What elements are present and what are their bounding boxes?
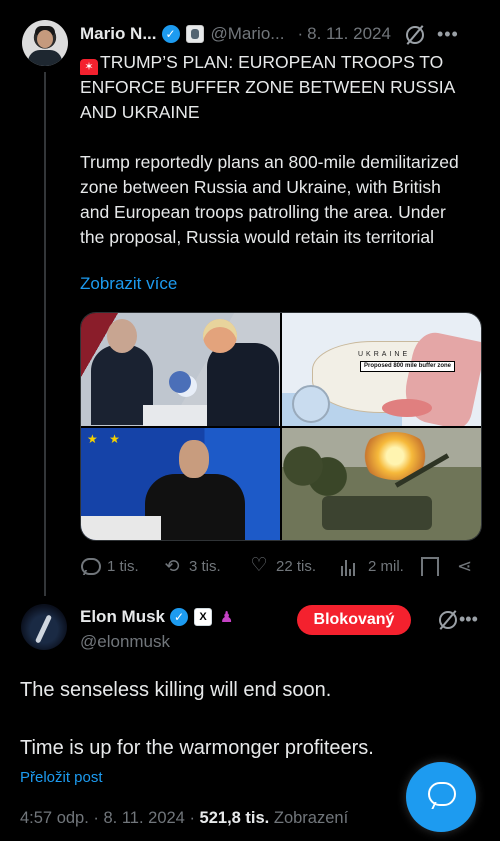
rocket-icon	[34, 614, 53, 644]
affiliate-badge-icon[interactable]	[185, 25, 204, 43]
repost-count: 3 tis.	[189, 557, 221, 575]
bookmark-button[interactable]	[421, 556, 457, 576]
author-handle[interactable]: @elonmusk	[80, 632, 170, 652]
tweet-text: The senseless killing will end soon. Tim…	[20, 676, 480, 763]
separator-dot: ·	[297, 24, 304, 43]
views-count: 2 mil.	[368, 557, 404, 575]
repost-button[interactable]: ⟲ 3 tis.	[162, 556, 249, 576]
share-button[interactable]: ⋖	[457, 556, 472, 577]
post-date[interactable]: 8. 11. 2024	[307, 24, 391, 44]
views-button[interactable]: 2 mil.	[341, 556, 421, 576]
avatar[interactable]	[22, 20, 68, 66]
tweet-header: Mario N... ✓ @Mario... · 8. 11. 2024 •••	[80, 22, 480, 46]
views-label: Zobrazení	[273, 809, 349, 827]
grok-icon[interactable]	[405, 24, 425, 44]
media-grid: UKRAINE Proposed 800 mile buffer zone ★ …	[80, 312, 482, 541]
thread-line	[44, 72, 46, 596]
alarm-icon: ✶	[80, 59, 98, 75]
map-country-label: UKRAINE	[358, 351, 411, 358]
action-bar: 1 tis. ⟲ 3 tis. ♡ 22 tis. 2 mil. ⋖	[80, 554, 480, 578]
verified-icon: ✓	[170, 608, 189, 626]
reply-button[interactable]: 1 tis.	[80, 556, 162, 576]
post-date[interactable]: 8. 11. 2024	[104, 809, 185, 827]
post-meta: 4:57 odp. · 8. 11. 2024 · 521,8 tis. Zob…	[20, 809, 349, 827]
tweet-body: Trump reportedly plans an 800-mile demil…	[80, 152, 459, 247]
translate-link[interactable]: Přeložit post	[20, 769, 103, 786]
post-time[interactable]: 4:57 odp.	[20, 809, 89, 827]
like-count: 22 tis.	[276, 557, 317, 575]
grok-icon[interactable]	[438, 609, 458, 629]
bookmark-icon	[421, 556, 439, 576]
like-button[interactable]: ♡ 22 tis.	[249, 556, 341, 576]
affiliation-badge-icon[interactable]: ♟	[220, 608, 233, 626]
share-icon: ⋖	[457, 555, 473, 576]
photo-meeting[interactable]	[81, 313, 280, 426]
x-badge-icon[interactable]: X	[194, 608, 213, 626]
author-name[interactable]: Elon Musk	[80, 607, 165, 627]
compose-reply-button[interactable]	[406, 762, 476, 832]
tweet-header: Elon Musk ✓ X ♟	[80, 604, 233, 630]
tweet-line-1: The senseless killing will end soon.	[20, 679, 332, 701]
heart-icon: ♡	[250, 555, 268, 576]
tweet-line-2: Time is up for the warmonger profiteers.	[20, 737, 374, 759]
photo-map[interactable]: UKRAINE Proposed 800 mile buffer zone	[282, 313, 481, 426]
more-icon[interactable]: •••	[437, 24, 459, 45]
views-icon	[341, 556, 361, 576]
avatar[interactable]	[21, 604, 67, 650]
views-count: 521,8 tis.	[199, 809, 270, 827]
reply-icon	[80, 556, 101, 576]
more-icon[interactable]: •••	[459, 609, 478, 630]
verified-icon: ✓	[161, 25, 180, 43]
reply-count: 1 tis.	[107, 557, 139, 575]
blocked-button[interactable]: Blokovaný	[297, 605, 411, 635]
photo-speaker[interactable]: ★ ★	[81, 427, 280, 540]
show-more-link[interactable]: Zobrazit více	[80, 274, 177, 294]
author-handle[interactable]: @Mario...	[211, 24, 285, 44]
repost-icon: ⟲	[164, 556, 180, 576]
map-buffer-label: Proposed 800 mile buffer zone	[360, 361, 456, 372]
author-name[interactable]: Mario N...	[80, 24, 157, 44]
photo-artillery[interactable]	[282, 427, 481, 540]
tweet-text: ✶ TRUMP’S PLAN: EUROPEAN TROOPS TO ENFORC…	[80, 50, 470, 250]
avatar-suit	[28, 50, 62, 66]
avatar-face	[37, 30, 53, 48]
tweet-headline: TRUMP’S PLAN: EUROPEAN TROOPS TO ENFORCE…	[80, 52, 455, 122]
